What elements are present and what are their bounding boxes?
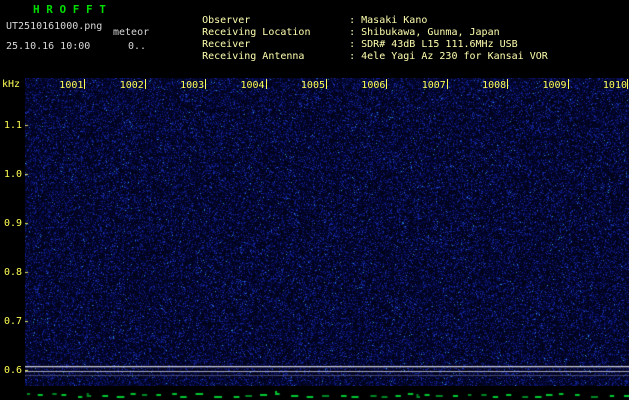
minute-tick	[446, 79, 448, 89]
minute-tick	[567, 79, 569, 89]
time-tick-label: 1003	[180, 80, 205, 91]
counter-label: 0..	[128, 41, 147, 52]
time-tick-label: 1001	[59, 80, 84, 91]
minute-tick	[627, 79, 628, 89]
header-row-receiving-antenna: Receiving Antenna : 4ele Yagi Az 230 for …	[178, 40, 548, 73]
app-title: H R O F F T	[33, 3, 106, 16]
frequency-tick-label: 0.7	[3, 316, 22, 327]
time-tick-label: 1007	[421, 80, 446, 91]
minute-tick	[326, 79, 327, 89]
spectrogram-canvas	[25, 78, 629, 386]
frequency-tick-label: 1.0	[3, 169, 22, 180]
minute-tick	[386, 79, 388, 89]
minute-tick	[265, 79, 267, 89]
frequency-tick-label: 0.8	[3, 267, 22, 278]
level-strip-canvas	[0, 386, 629, 400]
time-tick-label: 1005	[300, 80, 325, 91]
frequency-tick-label: 1.1	[3, 120, 22, 131]
frequency-tick-label: 0.6	[3, 365, 22, 376]
minute-tick	[144, 79, 146, 89]
time-tick-label: 1010	[602, 80, 627, 91]
time-tick-label: 1008	[482, 80, 507, 91]
receiving-antenna-label: Receiving Antenna	[202, 51, 305, 62]
observation-tag: meteor	[113, 27, 150, 38]
frequency-tick-label: 0.9	[3, 218, 22, 229]
time-tick-label: 1004	[240, 80, 265, 91]
hrofft-screen: H R O F F T UT2510161000.png meteor 25.1…	[0, 0, 629, 400]
time-tick-label: 1009	[542, 80, 567, 91]
minute-tick	[205, 79, 207, 89]
minute-tick	[507, 79, 509, 89]
receiving-antenna-value: : 4ele Yagi Az 230 for Kansai VOR	[349, 51, 548, 62]
minute-tick	[84, 79, 86, 89]
filename-label: UT2510161000.png	[6, 21, 103, 32]
time-tick-label: 1002	[119, 80, 144, 91]
time-tick-label: 1006	[361, 80, 386, 91]
frequency-unit-label: kHz	[2, 79, 21, 90]
datetime-label: 25.10.16 10:00	[6, 41, 91, 52]
